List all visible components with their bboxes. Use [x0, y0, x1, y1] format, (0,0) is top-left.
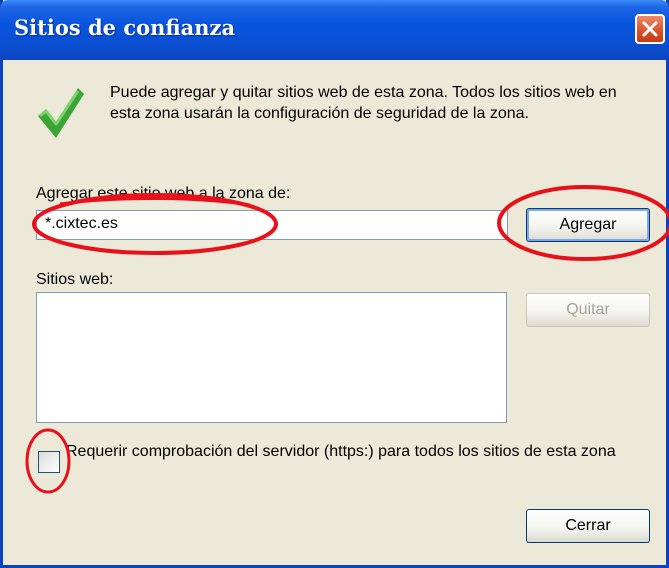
close-icon [642, 21, 658, 37]
info-text: Puede agregar y quitar sitios web de est… [110, 84, 617, 122]
add-button[interactable]: Agregar [526, 208, 650, 242]
add-site-label: Agregar este sitio web a la zona de: [36, 185, 291, 202]
sites-list-label: Sitios web: [36, 271, 114, 288]
https-checkbox-label[interactable]: Requerir comprobación del servidor (http… [66, 441, 626, 462]
window-title: Sitios de confianza [14, 15, 236, 40]
sites-list[interactable] [36, 292, 507, 423]
remove-button: Quitar [526, 293, 650, 327]
close-button[interactable]: Cerrar [526, 509, 650, 543]
site-url-input[interactable]: *.cixtec.es [36, 210, 508, 240]
close-window-button[interactable] [635, 14, 665, 44]
checkmark-icon [38, 88, 84, 138]
https-checkbox[interactable] [38, 451, 60, 473]
title-bar[interactable]: Sitios de confianza [0, 0, 669, 60]
